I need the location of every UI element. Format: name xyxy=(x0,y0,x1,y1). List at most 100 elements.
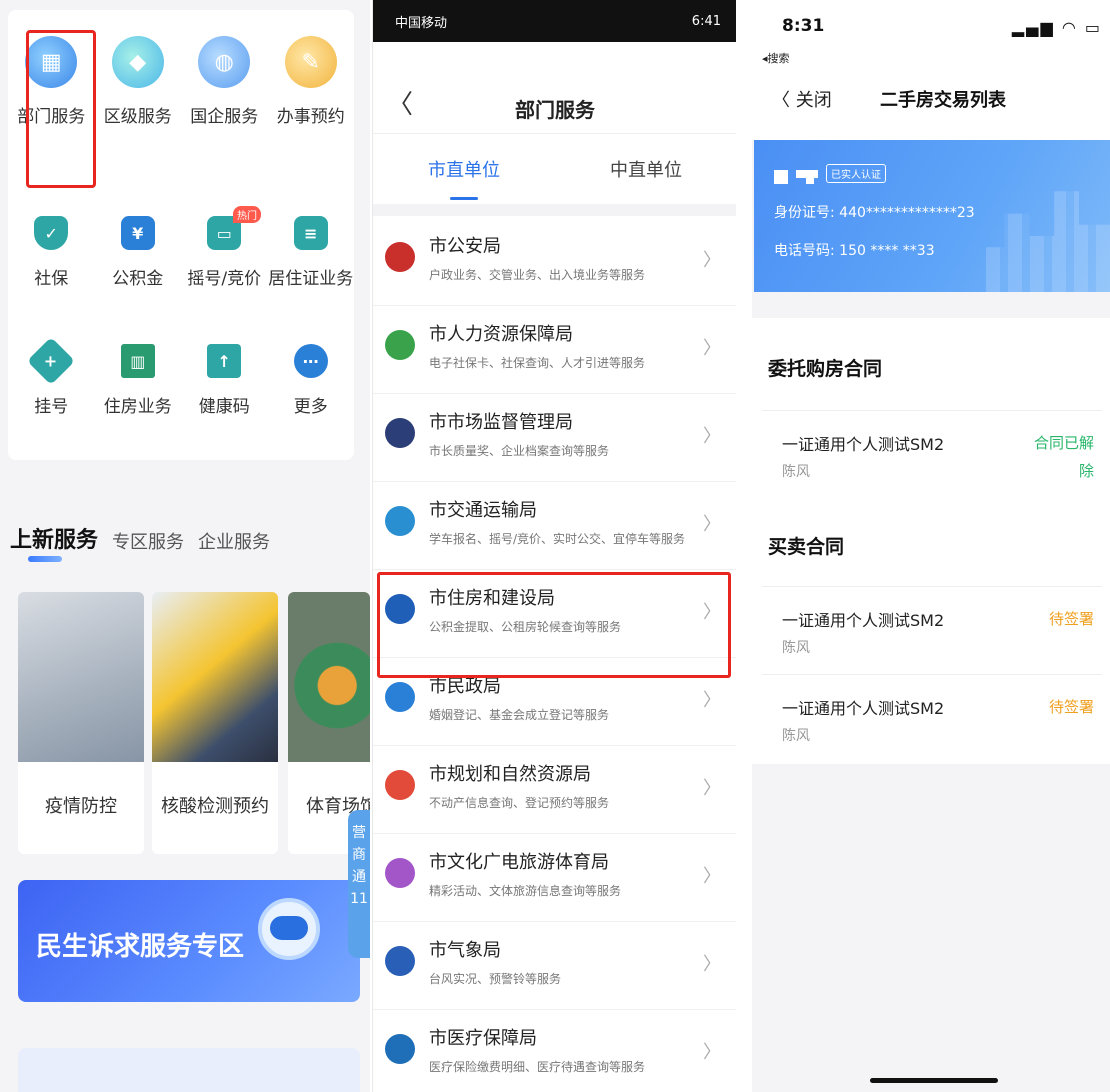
grid-item-label: 居住证业务 xyxy=(268,269,354,289)
section-title: 买卖合同 xyxy=(768,536,845,558)
service-tabs: 上新服务 专区服务 企业服务 xyxy=(10,522,270,554)
home-panel: ▦ 部门服务 ◆ 区级服务 ◍ 国企服务 ✎ 办事预约 ✓ 社保 ¥ 公积金 ▭… xyxy=(0,0,370,1092)
tab-central-units[interactable]: 中直单位 xyxy=(555,134,736,204)
department-row[interactable]: 市规划和自然资源局 不动产信息查询、登记预约等服务 〉 xyxy=(373,746,736,834)
tab-new-services[interactable]: 上新服务 xyxy=(10,522,98,554)
service-card-nucleic-test[interactable]: 核酸检测预约 xyxy=(152,592,278,854)
medical-icon xyxy=(385,1034,415,1064)
grid-item-housing-fund[interactable]: ¥ 公积金 xyxy=(95,216,182,289)
department-name: 市公安局 xyxy=(429,236,501,257)
back-to-search[interactable]: ◂搜索 xyxy=(762,50,790,66)
home-indicator xyxy=(870,1078,998,1083)
department-row[interactable]: 市交通运输局学车报名、摇号/竞价、实时公交、宜停车等服务 〉 xyxy=(373,482,736,570)
chevron-right-icon: 〉 xyxy=(703,338,721,359)
transaction-panel: 8:31 ◂搜索 ▂▄▆ ◠ ▭ 〈 关闭 二手房交易列表 已实人认证 身份证号… xyxy=(752,0,1110,1092)
contract-name: 一证通用个人测试SM2 xyxy=(782,611,945,630)
grid-item-lottery[interactable]: ▭ 热门 摇号/竞价 xyxy=(181,206,268,289)
section-title: 委托购房合同 xyxy=(768,358,883,380)
clock-text: 8:31 xyxy=(782,16,825,36)
grid-item-label: 区级服务 xyxy=(103,107,172,127)
department-desc: 不动产信息查询、登记预约等服务 xyxy=(429,796,610,810)
name-block-icon xyxy=(806,178,814,184)
department-desc: 市长质量奖、企业档案查询等服务 xyxy=(429,444,610,458)
department-row[interactable]: 市市场监督管理局市长质量奖、企业档案查询等服务 〉 xyxy=(373,394,736,482)
verified-badge: 已实人认证 xyxy=(826,164,886,183)
close-button[interactable]: 〈 关闭 xyxy=(772,86,832,112)
grid-item-label: 健康码 xyxy=(198,397,250,417)
status-bar: 中国移动 6:41 xyxy=(373,0,736,42)
tab-municipal-units[interactable]: 市直单位 xyxy=(373,134,555,204)
tab-zone-services[interactable]: 专区服务 xyxy=(112,528,184,554)
grid-item-label: 更多 xyxy=(293,397,328,417)
stadium-image xyxy=(288,592,370,762)
page-title: 二手房交易列表 xyxy=(880,90,1006,111)
hr-icon xyxy=(385,330,415,360)
chevron-right-icon: 〉 xyxy=(703,1042,721,1063)
grid-item-label: 办事预约 xyxy=(276,107,345,127)
tab-enterprise-services[interactable]: 企业服务 xyxy=(198,528,270,554)
unit-tabs: 市直单位 中直单位 xyxy=(373,134,736,204)
chevron-right-icon: 〉 xyxy=(703,250,721,271)
tab-underline xyxy=(28,556,62,562)
grid-item-label: 国企服务 xyxy=(190,107,259,127)
grid-item-registration[interactable]: + 挂号 xyxy=(8,336,95,417)
contract-name: 一证通用个人测试SM2 xyxy=(782,699,945,718)
service-card-epidemic[interactable]: 疫情防控 xyxy=(18,592,144,854)
department-desc: 台风实况、预警铃等服务 xyxy=(429,972,562,986)
service-label: 核酸检测预约 xyxy=(161,796,269,817)
grid-item-label: 挂号 xyxy=(34,397,69,417)
department-row[interactable]: 市文化广电旅游体育局 精彩活动、文体旅游信息查询等服务 〉 xyxy=(373,834,736,922)
department-desc: 学车报名、摇号/竞价、实时公交、宜停车等服务 xyxy=(429,532,686,546)
weather-icon xyxy=(385,946,415,976)
department-name: 市文化广电旅游体育局 xyxy=(429,852,609,873)
grid-item-health-code[interactable]: ↑ 健康码 xyxy=(181,344,268,417)
livelihood-banner[interactable]: 民生诉求服务专区 xyxy=(18,880,360,1002)
business-float-tab[interactable]: 营商通11 xyxy=(348,810,370,958)
secondary-banner[interactable] xyxy=(18,1048,360,1092)
city-skyline-icon xyxy=(986,191,1110,292)
grid-item-residence[interactable]: ≡ 居住证业务 xyxy=(268,216,355,289)
department-row[interactable]: 市气象局 台风实况、预警铃等服务 〉 xyxy=(373,922,736,1010)
contract-row[interactable]: 一证通用个人测试SM2 陈风 待签署 xyxy=(762,586,1102,672)
contract-status: 待签署 xyxy=(1048,610,1094,628)
chevron-right-icon: 〉 xyxy=(703,426,721,447)
enterprise-icon: ◍ xyxy=(198,36,251,88)
department-row[interactable]: 市人力资源保障局 电子社保卡、社保查询、人才引进等服务 〉 xyxy=(373,306,736,394)
contract-status: 待签署 xyxy=(1048,698,1094,716)
planning-icon xyxy=(385,770,415,800)
banner-title: 民生诉求服务专区 xyxy=(36,932,245,962)
department-desc: 医疗保险缴费明细、医疗待遇查询等服务 xyxy=(429,1060,646,1074)
transport-icon xyxy=(385,506,415,536)
chevron-right-icon: 〉 xyxy=(703,778,721,799)
building-icon: ▥ xyxy=(120,344,155,378)
contract-person: 陈风 xyxy=(782,640,810,656)
shield-icon: ✓ xyxy=(34,216,69,250)
grid-item-label: 摇号/竞价 xyxy=(187,269,262,289)
culture-icon xyxy=(385,858,415,888)
header: 8:31 ◂搜索 ▂▄▆ ◠ ▭ 〈 关闭 二手房交易列表 xyxy=(752,0,1110,140)
carrier-text: 中国移动 xyxy=(395,15,448,31)
nav-bar: 〈 部门服务 xyxy=(373,42,736,134)
grid-item-district[interactable]: ◆ 区级服务 xyxy=(95,36,182,127)
service-label: 疫情防控 xyxy=(45,796,117,817)
contract-person: 陈风 xyxy=(782,464,810,480)
chevron-right-icon: 〉 xyxy=(703,514,721,535)
department-name: 市市场监督管理局 xyxy=(429,412,573,433)
department-name: 市交通运输局 xyxy=(429,500,537,521)
id-card-icon: ≡ xyxy=(293,216,328,250)
grid-item-enterprise[interactable]: ◍ 国企服务 xyxy=(181,36,268,127)
grid-item-appointment[interactable]: ✎ 办事预约 xyxy=(268,36,355,127)
department-row[interactable]: 市医疗保障局医疗保险缴费明细、医疗待遇查询等服务 〉 xyxy=(373,1010,736,1092)
contract-row[interactable]: 一证通用个人测试SM2 陈风 待签署 xyxy=(762,674,1102,760)
name-block-icon xyxy=(796,170,818,178)
highlight-box xyxy=(26,30,96,188)
contract-row[interactable]: 一证通用个人测试SM2 陈风 合同已解除 xyxy=(762,410,1102,496)
contract-status: 合同已解除 xyxy=(1034,434,1095,480)
contract-section: 买卖合同 一证通用个人测试SM2 陈风 待签署 一证通用个人测试SM2 陈风 待… xyxy=(752,502,1110,764)
grid-item-social-security[interactable]: ✓ 社保 xyxy=(8,216,95,289)
grid-item-more[interactable]: ⋯ 更多 xyxy=(268,344,355,417)
department-name: 市医疗保障局 xyxy=(429,1028,537,1049)
grid-item-housing[interactable]: ▥ 住房业务 xyxy=(95,344,182,417)
department-row[interactable]: 市公安局 户政业务、交管业务、出入境业务等服务 〉 xyxy=(373,218,736,306)
contract-person: 陈风 xyxy=(782,728,810,744)
